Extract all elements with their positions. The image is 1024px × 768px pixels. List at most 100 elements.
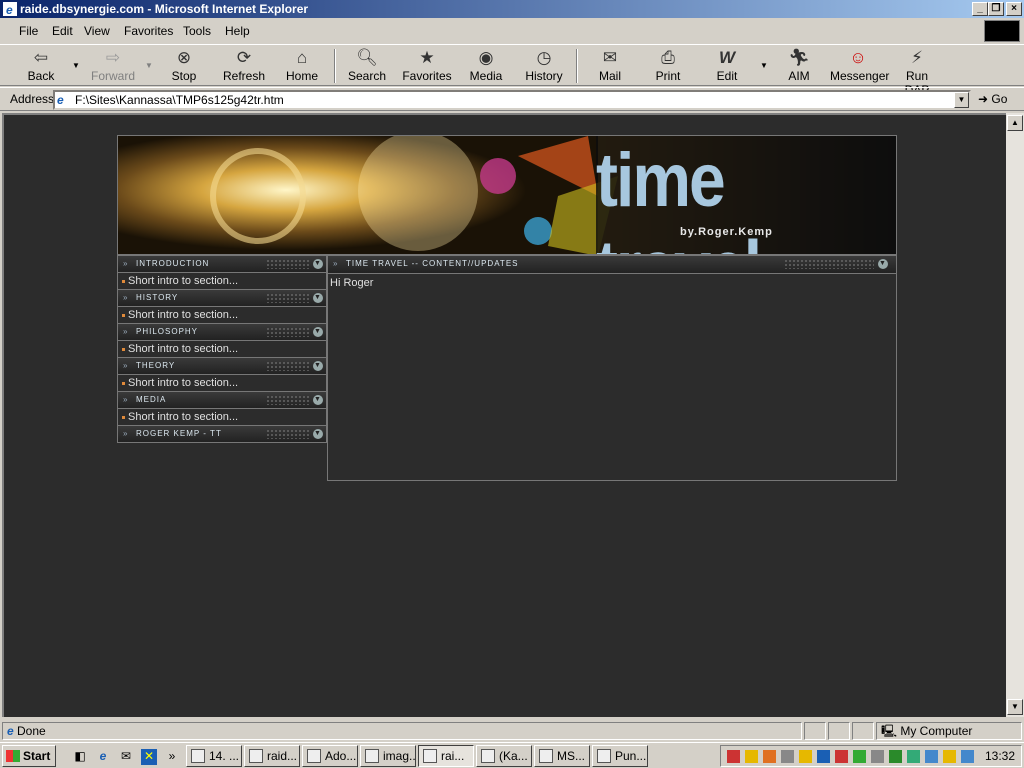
menu-view[interactable]: View — [84, 24, 110, 38]
double-chevron-icon: » — [123, 429, 129, 438]
go-button[interactable]: ➜ Go — [978, 92, 1007, 106]
task-button[interactable]: raid... — [244, 745, 300, 767]
back-dropdown-icon[interactable]: ▼ — [72, 61, 80, 70]
quicklaunch-desktop-icon[interactable]: ◧ — [72, 749, 88, 765]
nav-intro-theory[interactable]: Short intro to section... — [117, 375, 327, 391]
ie-icon — [423, 749, 437, 763]
app-icon — [191, 749, 205, 763]
status-pane — [804, 722, 826, 740]
task-button[interactable]: imag... — [360, 745, 416, 767]
quicklaunch-ie-icon[interactable]: e — [95, 749, 111, 765]
address-dropdown-icon[interactable]: ▼ — [954, 92, 969, 108]
windows-flag-icon — [6, 750, 20, 762]
edit-dropdown-icon[interactable]: ▼ — [760, 61, 768, 70]
task-button[interactable]: MS... — [534, 745, 590, 767]
print-button[interactable]: ⎙ Print — [650, 47, 686, 85]
scroll-down-icon[interactable]: ▼ — [1007, 699, 1023, 715]
nav-intro-media[interactable]: Short intro to section... — [117, 409, 327, 425]
task-button[interactable]: Pun... — [592, 745, 648, 767]
back-button[interactable]: ⇦ Back — [20, 47, 62, 85]
stop-button[interactable]: ⊗ Stop — [166, 47, 202, 85]
tray-icon[interactable] — [817, 750, 830, 763]
vertical-scrollbar[interactable]: ▲ ▼ — [1006, 113, 1024, 717]
quicklaunch-outlook-icon[interactable]: ✉ — [118, 749, 134, 765]
nav-header-media[interactable]: » Media ▼ — [117, 391, 327, 409]
quicklaunch-media-icon[interactable]: ✕ — [141, 749, 157, 765]
tray-icon[interactable] — [763, 750, 776, 763]
nav-header-introduction[interactable]: » Introduction ▼ — [117, 255, 327, 273]
expand-icon[interactable]: ▼ — [313, 327, 323, 337]
task-button[interactable]: (Ka... — [476, 745, 532, 767]
tray-icon[interactable] — [835, 750, 848, 763]
network-icon[interactable] — [961, 750, 974, 763]
menu-tools[interactable]: Tools — [183, 24, 211, 38]
aim-running-man-icon: 🏃︎ — [788, 48, 810, 67]
nav-header-theory[interactable]: » Theory ▼ — [117, 357, 327, 375]
search-icon: 🔍︎ — [356, 48, 378, 67]
volume-icon[interactable] — [781, 750, 794, 763]
standard-toolbar: ⇦ Back ▼ ⇨ Forward ▼ ⊗ Stop ⟳ Refresh ⌂ Home … — [0, 44, 1024, 97]
tray-icon[interactable] — [745, 750, 758, 763]
nav-header-history[interactable]: » History ▼ — [117, 289, 327, 307]
nav-intro-introduction[interactable]: Short intro to section... — [117, 273, 327, 289]
scroll-up-icon[interactable]: ▲ — [1007, 115, 1023, 131]
expand-icon[interactable]: ▼ — [313, 361, 323, 371]
menu-favorites[interactable]: Favorites — [124, 24, 173, 38]
expand-icon[interactable]: ▼ — [878, 259, 888, 269]
nav-header-roger-kemp[interactable]: » Roger Kemp - TT ▼ — [117, 425, 327, 443]
close-button[interactable]: × — [1006, 2, 1022, 16]
tray-icon[interactable] — [907, 750, 920, 763]
expand-icon[interactable]: ▼ — [313, 259, 323, 269]
security-zone: 🖳 My Computer — [876, 722, 1022, 740]
tray-icon[interactable] — [799, 750, 812, 763]
messenger-icon: ☺ — [849, 48, 867, 67]
task-button-active[interactable]: rai... — [418, 745, 474, 767]
menu-edit[interactable]: Edit — [52, 24, 73, 38]
nav-intro-philosophy[interactable]: Short intro to section... — [117, 341, 327, 357]
tray-icon[interactable] — [871, 750, 884, 763]
address-input[interactable]: e F:\Sites\Kannassa\TMP6s125g42tr.htm ▼ — [53, 90, 971, 110]
messenger-button[interactable]: ☺ Messenger — [830, 47, 889, 85]
menu-help[interactable]: Help — [225, 24, 250, 38]
history-button[interactable]: ◷ History — [522, 47, 566, 85]
aim-tray-icon[interactable] — [943, 750, 956, 763]
home-button[interactable]: ⌂ Home — [284, 47, 320, 85]
go-arrow-icon: ➜ — [978, 92, 992, 106]
minimize-button[interactable]: _ — [972, 2, 988, 16]
content-header: » Time Travel -- Content//Updates ▼ — [328, 256, 896, 274]
quicklaunch-more-icon[interactable]: » — [164, 749, 180, 765]
favorites-button[interactable]: ★ Favorites — [402, 47, 452, 85]
tray-icon[interactable] — [889, 750, 902, 763]
expand-icon[interactable]: ▼ — [313, 429, 323, 439]
forward-button[interactable]: ⇨ Forward — [88, 47, 138, 85]
tray-icon[interactable] — [925, 750, 938, 763]
aim-button[interactable]: 🏃︎ AIM — [782, 47, 816, 85]
mail-button[interactable]: ✉ Mail — [592, 47, 628, 85]
tray-icon[interactable] — [853, 750, 866, 763]
search-button[interactable]: 🔍︎ Search — [346, 47, 388, 85]
edit-button[interactable]: W Edit — [710, 47, 744, 85]
forward-dropdown-icon[interactable]: ▼ — [145, 61, 153, 70]
start-button[interactable]: Start — [2, 745, 56, 767]
double-chevron-icon: » — [123, 259, 129, 268]
media-button[interactable]: ◉ Media — [466, 47, 506, 85]
menu-file[interactable]: File — [19, 24, 38, 38]
windows-logo-icon — [984, 20, 1020, 42]
run-dap-button[interactable]: ⚡︎Run DAP — [893, 47, 941, 97]
nav-header-philosophy[interactable]: » Philosophy ▼ — [117, 323, 327, 341]
browser-window: e raide.dbsynergie.com - Microsoft Inter… — [0, 0, 1024, 768]
task-button[interactable]: 14. ... — [186, 745, 242, 767]
task-button[interactable]: Ado... — [302, 745, 358, 767]
page-done-icon: e — [7, 724, 18, 738]
nav-intro-history[interactable]: Short intro to section... — [117, 307, 327, 323]
app-icon — [539, 749, 553, 763]
refresh-button[interactable]: ⟳ Refresh — [220, 47, 268, 85]
tray-icon[interactable] — [727, 750, 740, 763]
restore-button[interactable]: ❐ — [988, 2, 1004, 16]
site-layout: time travel by.Roger.Kemp »Introduction▼… — [117, 135, 897, 481]
expand-icon[interactable]: ▼ — [313, 395, 323, 405]
expand-icon[interactable]: ▼ — [313, 293, 323, 303]
word-edit-icon: W — [718, 48, 736, 67]
back-arrow-icon: ⇦ — [33, 48, 49, 67]
double-chevron-icon: » — [123, 327, 129, 336]
